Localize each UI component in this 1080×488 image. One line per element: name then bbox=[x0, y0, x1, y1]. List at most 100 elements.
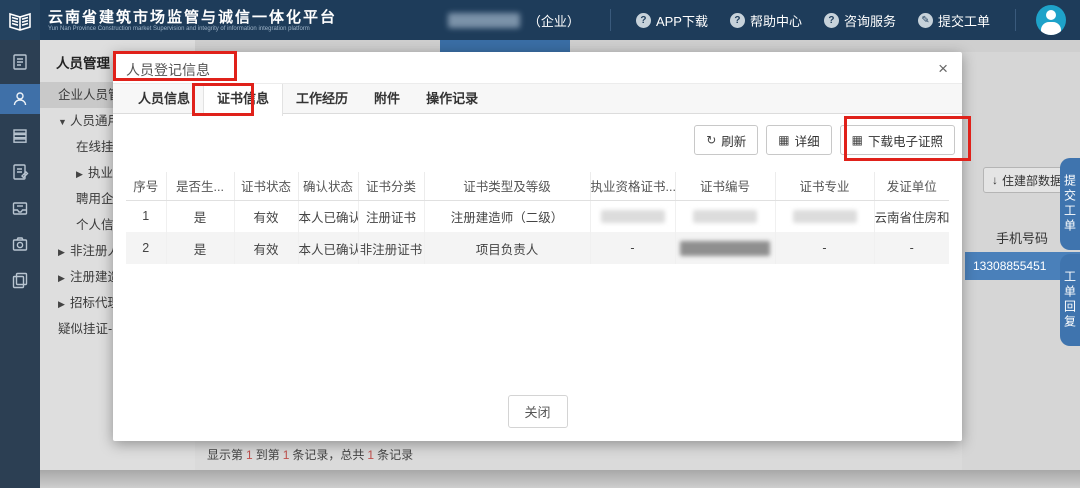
nav-item-label: 帮助中心 bbox=[750, 11, 802, 30]
submit-ticket-vertical-tab[interactable]: 提交工单 bbox=[1060, 158, 1080, 250]
column-header: 是否生... bbox=[166, 172, 234, 200]
rail-copy-icon[interactable] bbox=[0, 266, 40, 294]
column-header: 确认状态 bbox=[298, 172, 358, 200]
modal-toolbar: ↻ 刷新 ▦详细 ▦ 下载电子证照 bbox=[694, 125, 955, 155]
table-row[interactable]: 1是有效本人已确认注册证书注册建造师（二级）云南省住房和城乡 bbox=[126, 200, 949, 232]
table-cell: 本人已确认 bbox=[298, 232, 358, 264]
record-count-text: 条记录，总共 bbox=[292, 448, 364, 462]
rail-user-icon[interactable] bbox=[0, 84, 40, 114]
redacted-value bbox=[693, 210, 757, 223]
table-row[interactable]: 2是有效本人已确认非注册证书项目负责人--- bbox=[126, 232, 949, 264]
question-icon: ? bbox=[730, 13, 745, 28]
toolbar-button-下载电子证照[interactable]: ▦ 下载电子证照 bbox=[840, 125, 955, 155]
table-cell bbox=[675, 232, 775, 264]
toolbar-button-刷新[interactable]: ↻ 刷新 bbox=[694, 125, 758, 155]
download-arrow-icon: ↓ bbox=[992, 173, 998, 187]
table-cell: 云南省住房和城乡 bbox=[874, 200, 949, 232]
rail-list-icon[interactable] bbox=[0, 122, 40, 150]
question-icon: ? bbox=[824, 13, 839, 28]
table-cell: 非注册证书 bbox=[358, 232, 424, 264]
toolbar-button-label: 刷新 bbox=[721, 131, 746, 150]
column-header: 序号 bbox=[126, 172, 166, 200]
background-active-tab bbox=[440, 40, 570, 52]
nav-item-label: 提交工单 bbox=[938, 11, 990, 30]
table-cell: 本人已确认 bbox=[298, 200, 358, 232]
tab-人员信息[interactable]: 人员信息 bbox=[125, 84, 203, 113]
column-header: 证书类型及等级 bbox=[424, 172, 590, 200]
record-count-number: 1 bbox=[367, 448, 374, 462]
app-logo bbox=[0, 0, 40, 40]
pencil-icon: ✎ bbox=[918, 13, 933, 28]
sidebar-item-label: 企业人员管 bbox=[58, 88, 121, 102]
tab-工作经历[interactable]: 工作经历 bbox=[283, 84, 361, 113]
nav-item-帮助中心[interactable]: ? 帮助中心 bbox=[730, 11, 802, 30]
rail-file-edit-icon[interactable] bbox=[0, 158, 40, 186]
refresh-icon: ↻ bbox=[706, 133, 716, 147]
redacted-value bbox=[601, 210, 665, 223]
footer-strip bbox=[40, 470, 1080, 488]
nav-item-label: 咨询服务 bbox=[844, 11, 896, 30]
table-cell bbox=[675, 200, 775, 232]
record-count-text: 条记录 bbox=[377, 448, 413, 462]
redacted-value bbox=[793, 210, 857, 223]
tab-操作记录[interactable]: 操作记录 bbox=[413, 84, 491, 113]
modal-tabbar: 人员信息证书信息工作经历附件操作记录 bbox=[113, 83, 962, 114]
table-cell: 有效 bbox=[234, 200, 298, 232]
table-cell: 项目负责人 bbox=[424, 232, 590, 264]
table-cell: - bbox=[775, 232, 874, 264]
header-nav: ? APP下载? 帮助中心? 咨询服务 ✎ 提交工单 bbox=[625, 11, 1001, 30]
brand-block: 云南省建筑市场监管与诚信一体化平台 Yun Nan Province Const… bbox=[48, 9, 337, 32]
tab-附件[interactable]: 附件 bbox=[361, 84, 413, 113]
table-cell: 2 bbox=[126, 232, 166, 264]
nav-item-label: APP下载 bbox=[656, 11, 708, 30]
nav-item-APP下载[interactable]: ? APP下载 bbox=[636, 11, 708, 30]
app-title: 云南省建筑市场监管与诚信一体化平台 bbox=[48, 9, 337, 26]
username-redacted bbox=[448, 13, 520, 28]
record-count-text: 显示第 bbox=[207, 448, 243, 462]
modal-title: 人员登记信息 bbox=[126, 60, 210, 80]
building-logo-icon bbox=[7, 8, 33, 32]
icon-rail bbox=[0, 40, 40, 488]
user-avatar[interactable] bbox=[1036, 5, 1066, 35]
column-header: 执业资格证书... bbox=[590, 172, 675, 200]
ticket-reply-vertical-tab[interactable]: 工单回复 bbox=[1060, 254, 1080, 346]
user-icon bbox=[11, 90, 29, 108]
phone-column-header: 手机号码 bbox=[996, 228, 1048, 247]
nav-item-提交工单[interactable]: ✎ 提交工单 bbox=[918, 11, 990, 30]
sidebar-item-label: 聘用企 bbox=[76, 192, 114, 206]
column-header: 证书编号 bbox=[675, 172, 775, 200]
record-count-bar: 显示第1到第1条记录，总共1条记录 bbox=[195, 440, 962, 470]
table-cell: 注册证书 bbox=[358, 200, 424, 232]
tab-证书信息[interactable]: 证书信息 bbox=[203, 84, 283, 116]
chevron-right-icon: ▶ bbox=[58, 265, 70, 291]
nav-item-咨询服务[interactable]: ? 咨询服务 bbox=[824, 11, 896, 30]
question-icon: ? bbox=[636, 13, 651, 28]
table-cell: 注册建造师（二级） bbox=[424, 200, 590, 232]
file-text-icon bbox=[11, 53, 29, 71]
toolbar-button-label: 下载电子证照 bbox=[868, 131, 943, 150]
sidebar-item-label: 在线挂 bbox=[76, 140, 114, 154]
chevron-right-icon: ▶ bbox=[76, 161, 88, 187]
record-count-number: 1 bbox=[246, 448, 253, 462]
table-cell bbox=[590, 200, 675, 232]
list-icon bbox=[11, 127, 29, 145]
close-icon[interactable]: × bbox=[938, 60, 948, 78]
rail-file-text-icon[interactable] bbox=[0, 48, 40, 76]
chevron-right-icon: ▶ bbox=[58, 239, 70, 265]
app-header: 云南省建筑市场监管与诚信一体化平台 Yun Nan Province Const… bbox=[0, 0, 1080, 40]
close-button[interactable]: 关闭 bbox=[508, 395, 568, 428]
table-cell bbox=[775, 200, 874, 232]
table-cell: - bbox=[590, 232, 675, 264]
certificate-table: 序号是否生...证书状态确认状态证书分类证书类型及等级执业资格证书...证书编号… bbox=[126, 172, 949, 264]
header-divider bbox=[1015, 9, 1016, 31]
toolbar-button-详细[interactable]: ▦详细 bbox=[766, 125, 831, 155]
chevron-right-icon: ▶ bbox=[58, 291, 70, 317]
column-header: 证书状态 bbox=[234, 172, 298, 200]
rail-camera-icon[interactable] bbox=[0, 230, 40, 258]
app-subtitle: Yun Nan Province Construction market Sup… bbox=[48, 26, 337, 32]
rail-inbox-icon[interactable] bbox=[0, 194, 40, 222]
camera-icon bbox=[11, 235, 29, 253]
grid-icon: ▦ bbox=[852, 133, 863, 147]
record-count-number: 1 bbox=[283, 448, 290, 462]
header-divider bbox=[610, 9, 611, 31]
